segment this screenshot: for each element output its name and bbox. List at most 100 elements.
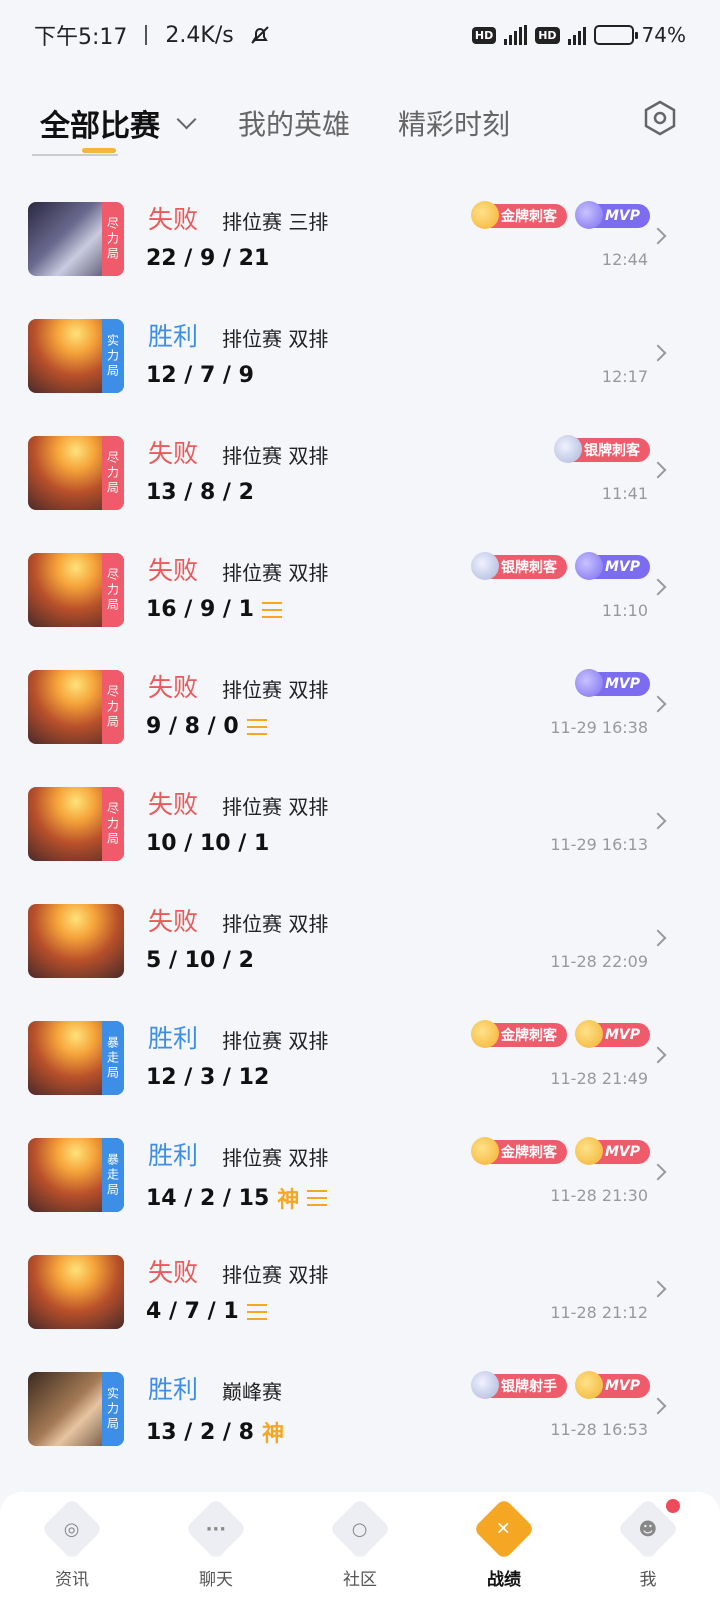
match-result: 失败 [148, 790, 199, 819]
notification-dot [666, 1498, 680, 1513]
tier-tag: 尽力局 [102, 553, 124, 627]
hero-portrait-image [28, 904, 124, 978]
news-icon: ◎ [40, 1497, 104, 1560]
match-result: 失败 [148, 1258, 199, 1287]
kda-line: 16 / 9 / 1 [146, 597, 282, 622]
medal-icon [470, 1371, 499, 1399]
kda-value: 12 / 7 / 9 [146, 363, 254, 388]
badge-group: 金牌刺客 MVP [470, 201, 650, 229]
medal-badge: 金牌刺客 [470, 1020, 567, 1048]
tier-tag: 暴走局 [102, 1138, 124, 1212]
mvp-badge: MVP [574, 1137, 650, 1165]
nav-item-chat[interactable]: ··· 聊天 [166, 1497, 266, 1590]
match-time: 11:41 [601, 484, 648, 503]
kda-line: 5 / 10 / 2 [146, 948, 254, 973]
kda-value: 12 / 3 / 12 [146, 1065, 270, 1090]
badge-group: 金牌刺客 MVP [470, 1137, 650, 1165]
match-time: 11-28 21:12 [550, 1303, 648, 1322]
chat-icon: ··· [184, 1497, 248, 1560]
nav-item-community[interactable]: ○ 社区 [310, 1497, 410, 1590]
tier-tag: 尽力局 [102, 787, 124, 861]
tab-highlights[interactable]: 精彩时刻 [398, 103, 510, 143]
match-row[interactable]: 尽力局 失败 排位赛 双排 13 / 8 / 2 银牌刺客 11:41 [0, 414, 720, 531]
badge-label: MVP [604, 676, 640, 692]
nav-item-news[interactable]: ◎ 资讯 [22, 1497, 122, 1590]
nav-glyph: ◎ [64, 1518, 80, 1539]
match-row[interactable]: 尽力局 失败 排位赛 双排 9 / 8 / 0 MVP 11-29 16:38 [0, 648, 720, 765]
match-result: 胜利 [148, 1024, 199, 1053]
match-mode: 排位赛 双排 [222, 795, 329, 819]
medal-icon [574, 1371, 603, 1399]
chevron-right-icon[interactable] [649, 695, 667, 713]
kda-line: 22 / 9 / 21 [146, 246, 269, 271]
nav-glyph: ··· [205, 1517, 227, 1539]
match-time: 12:44 [601, 250, 648, 269]
kda-value: 13 / 8 / 2 [146, 480, 254, 505]
match-row[interactable]: 暴走局 胜利 排位赛 双排 14 / 2 / 15 神 金牌刺客 MVP 11-28 21:3… [0, 1116, 720, 1233]
match-mode: 排位赛 双排 [222, 1146, 329, 1170]
badge-label: 金牌刺客 [500, 1028, 557, 1044]
kda-line: 13 / 2 / 8 神 [146, 1416, 284, 1448]
badge-group: 银牌射手 MVP [470, 1371, 650, 1399]
mvp-badge: MVP [574, 1371, 650, 1399]
match-mode: 巅峰赛 [222, 1380, 282, 1404]
hero-avatar [28, 1255, 124, 1329]
chevron-right-icon[interactable] [649, 578, 667, 596]
match-mode: 排位赛 双排 [222, 1263, 329, 1287]
kda-line: 4 / 7 / 1 [146, 1299, 267, 1324]
hd-icon: HD [471, 26, 497, 44]
hero-avatar: 暴走局 [28, 1021, 124, 1095]
hero-avatar: 实力局 [28, 1372, 124, 1446]
match-row[interactable]: 失败 排位赛 双排 4 / 7 / 1 11-28 21:12 [0, 1233, 720, 1350]
nav-glyph: ○ [352, 1518, 368, 1539]
badge-group: 金牌刺客 MVP [470, 1020, 650, 1048]
chevron-right-icon[interactable] [649, 461, 667, 479]
chevron-right-icon[interactable] [649, 1046, 667, 1064]
list-lines-icon [246, 718, 267, 735]
match-mode: 排位赛 双排 [222, 327, 329, 351]
tier-tag: 尽力局 [102, 436, 124, 510]
chevron-right-icon[interactable] [649, 1163, 667, 1181]
medal-badge: 金牌刺客 [470, 201, 567, 229]
match-row[interactable]: 尽力局 失败 排位赛 双排 10 / 10 / 1 11-29 16:13 [0, 765, 720, 882]
match-time: 11-29 16:38 [550, 718, 648, 737]
nav-item-profile[interactable]: ☻ 我 [598, 1497, 698, 1590]
match-row[interactable]: 尽力局 失败 排位赛 三排 22 / 9 / 21 金牌刺客 MVP 12:44 [0, 180, 720, 297]
kda-value: 4 / 7 / 1 [146, 1299, 239, 1324]
match-time: 11-28 21:30 [550, 1186, 648, 1205]
nav-label: 资讯 [55, 1569, 89, 1590]
chevron-right-icon[interactable] [649, 1280, 667, 1298]
match-row[interactable]: 暴走局 胜利 排位赛 双排 12 / 3 / 12 金牌刺客 MVP 11-28 21:49 [0, 999, 720, 1116]
tier-tag: 尽力局 [102, 202, 124, 276]
match-row[interactable]: 失败 排位赛 双排 5 / 10 / 2 11-28 22:09 [0, 882, 720, 999]
badge-label: 银牌刺客 [584, 443, 640, 459]
match-row[interactable]: 实力局 胜利 巅峰赛 13 / 2 / 8 神 银牌射手 MVP 11-28 16:53 [0, 1350, 720, 1467]
match-time: 12:17 [601, 367, 648, 386]
tier-tag: 暴走局 [102, 1021, 124, 1095]
chevron-right-icon[interactable] [649, 929, 667, 947]
match-row[interactable]: 实力局 胜利 排位赛 双排 12 / 7 / 9 12:17 [0, 297, 720, 414]
tab-all-matches[interactable]: 全部比赛 [40, 101, 197, 145]
kda-value: 5 / 10 / 2 [146, 948, 254, 973]
nav-item-swords[interactable]: ✕ 战绩 [454, 1497, 554, 1590]
match-mode: 排位赛 三排 [222, 210, 329, 234]
sim-signal-icon-2 [567, 25, 586, 45]
status-divider [145, 25, 148, 45]
tab-my-heroes[interactable]: 我的英雄 [238, 103, 350, 143]
medal-icon [574, 1137, 603, 1165]
settings-hexagon-icon[interactable] [644, 100, 676, 136]
chevron-right-icon[interactable] [649, 344, 667, 362]
match-result: 失败 [148, 673, 199, 702]
chevron-down-icon[interactable] [176, 109, 197, 130]
chevron-right-icon[interactable] [649, 227, 667, 245]
hero-avatar: 尽力局 [28, 787, 124, 861]
tab-underline-track [32, 154, 118, 156]
match-mode: 排位赛 双排 [222, 1029, 329, 1053]
match-result: 失败 [148, 205, 199, 234]
match-row[interactable]: 尽力局 失败 排位赛 双排 16 / 9 / 1 银牌刺客 MVP 11:10 [0, 531, 720, 648]
tab-underline [82, 148, 116, 153]
nav-label: 社区 [343, 1569, 377, 1590]
chevron-right-icon[interactable] [649, 1397, 667, 1415]
chevron-right-icon[interactable] [649, 812, 667, 830]
badge-group: MVP [574, 669, 650, 697]
